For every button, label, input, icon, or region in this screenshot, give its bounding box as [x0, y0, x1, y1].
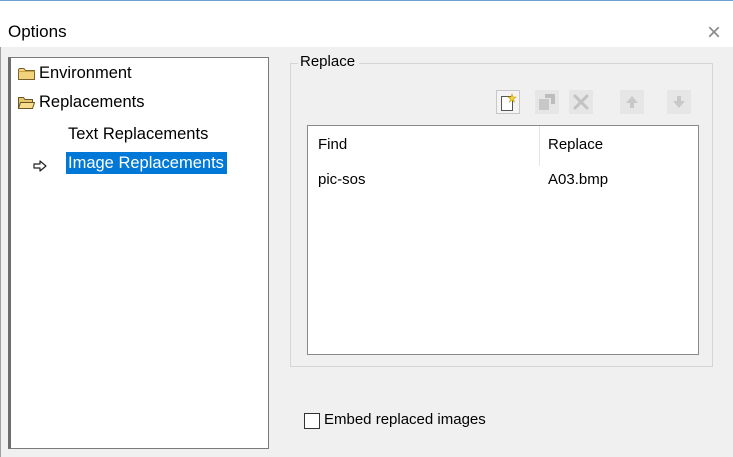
replacements-table[interactable]: Find Replace pic-sos A03.bmp [307, 125, 699, 355]
delete-button[interactable] [569, 90, 593, 114]
move-down-button[interactable] [667, 90, 691, 114]
folder-closed-icon [18, 67, 35, 80]
embed-replaced-images-checkbox[interactable] [304, 413, 320, 429]
tree-item-label: Text Replacements [68, 125, 209, 143]
table-row[interactable]: pic-sos A03.bmp [308, 166, 698, 192]
cell-find: pic-sos [318, 171, 366, 188]
column-divider[interactable] [539, 126, 540, 166]
move-up-icon [620, 90, 644, 114]
cell-replace: A03.bmp [548, 171, 609, 188]
tree-item-label: Environment [39, 64, 132, 82]
dialog-body: Environment Replacements Text Replacemen… [0, 47, 733, 457]
column-header-find[interactable]: Find [318, 136, 347, 153]
edit-button[interactable] [535, 90, 559, 114]
tree-item-label: Image Replacements [66, 152, 227, 174]
tree-item-replacements[interactable]: Replacements [18, 91, 258, 113]
title-bar: Options × [0, 0, 733, 47]
folder-open-icon [18, 96, 35, 109]
window-title: Options [8, 22, 67, 41]
close-icon[interactable]: × [704, 21, 724, 45]
replace-group-legend: Replace [298, 53, 360, 70]
options-tree[interactable]: Environment Replacements Text Replacemen… [8, 57, 269, 449]
edit-icon [535, 90, 559, 114]
move-down-icon [667, 90, 691, 114]
new-icon [497, 91, 519, 113]
new-button[interactable] [496, 90, 520, 114]
column-header-replace[interactable]: Replace [548, 136, 603, 153]
tree-item-image-replacements[interactable]: Image Replacements [33, 152, 263, 174]
arrow-right-icon [33, 157, 47, 172]
tree-item-label: Replacements [39, 93, 145, 111]
tree-item-text-replacements[interactable]: Text Replacements [68, 123, 258, 145]
delete-icon [569, 90, 593, 114]
move-up-button[interactable] [620, 90, 644, 114]
tree-item-environment[interactable]: Environment [18, 62, 258, 84]
embed-replaced-images-label[interactable]: Embed replaced images [324, 411, 486, 428]
